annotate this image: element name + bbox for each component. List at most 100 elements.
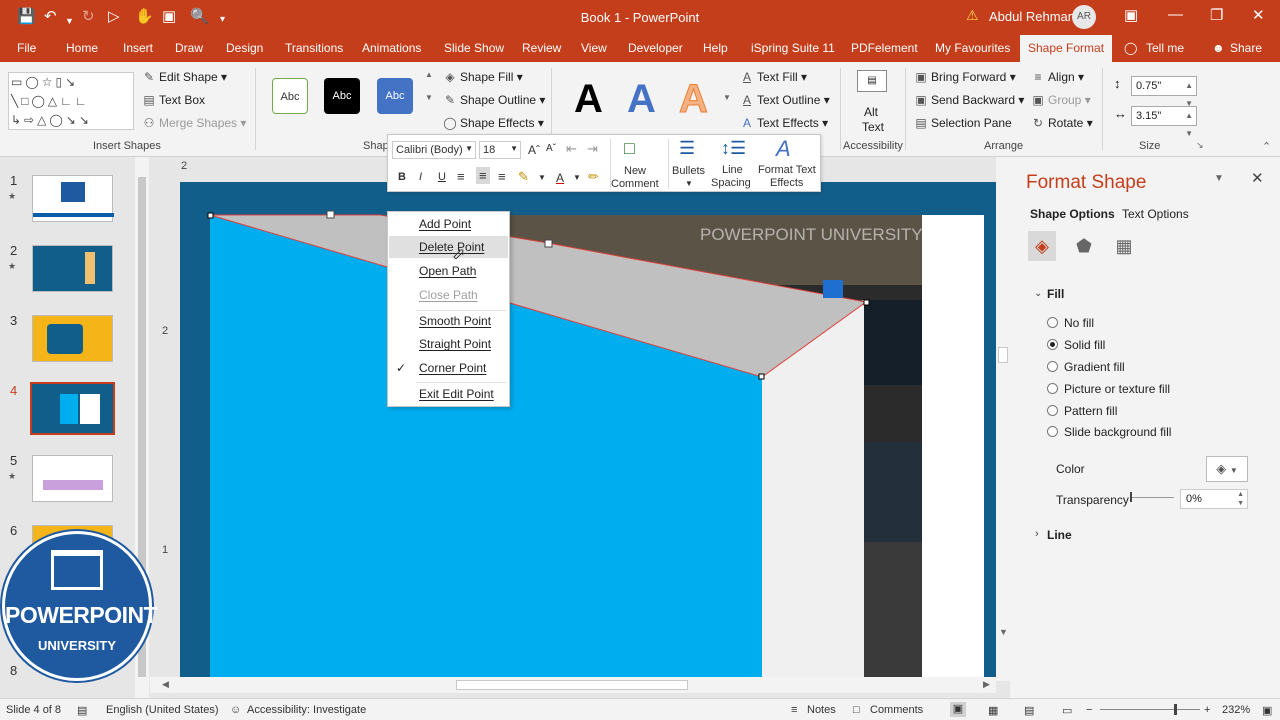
editor-horizontal-scrollbar[interactable]: ◀ ▶ [150, 677, 996, 693]
ribbon-display-icon[interactable]: ▣ [1124, 6, 1138, 24]
edit-point-handle[interactable] [758, 373, 765, 380]
tab-review[interactable]: Review [522, 41, 561, 55]
radio-pattern-fill[interactable]: Pattern fill [1047, 404, 1117, 418]
tab-share[interactable]: Share [1230, 41, 1262, 55]
spinner-icon[interactable]: ▲ ▼ [1237, 490, 1244, 508]
menu-item-close-path[interactable]: Close Path [389, 284, 508, 306]
selection-pane-button[interactable]: ▤ Selection Pane [914, 116, 1011, 130]
styles-scroll-up-icon[interactable]: ▲ [425, 70, 433, 79]
text-box-button[interactable]: ▤ Text Box [142, 93, 205, 107]
user-name[interactable]: Abdul Rehman [989, 9, 1075, 24]
zoom-out-icon[interactable]: − [1086, 704, 1092, 716]
tab-transitions[interactable]: Transitions [285, 41, 343, 55]
transparency-input[interactable]: 0% ▲ ▼ [1180, 489, 1248, 509]
radio-solid-fill[interactable]: Solid fill [1047, 338, 1105, 352]
slideshow-icon[interactable]: ▭ [1062, 704, 1072, 717]
new-comment-button-line2[interactable]: Comment [611, 178, 659, 190]
dropdown-icon[interactable]: ▼ [573, 173, 581, 182]
decrease-font-size-icon[interactable]: Aˇ [546, 143, 556, 154]
shape-style-1[interactable]: Abc [272, 78, 308, 114]
warning-icon[interactable]: ⚠ [966, 7, 979, 24]
fit-to-window-icon[interactable]: ▣ [1262, 704, 1272, 717]
dropdown-icon[interactable]: ▼ [538, 173, 546, 182]
text-fill-button[interactable]: A Text Fill ▾ [740, 70, 807, 84]
shape-style-3[interactable]: Abc [377, 78, 413, 114]
slide-thumbnail-2[interactable] [32, 245, 113, 292]
share-icon[interactable]: ☻ [1212, 41, 1225, 55]
increase-indent-icon[interactable]: ⇥ [587, 141, 598, 157]
slide-thumbnail-4[interactable] [30, 382, 115, 435]
scroll-down-icon[interactable]: ▼ [999, 627, 1008, 637]
group-button[interactable]: ▣ Group ▾ [1031, 93, 1090, 107]
radio-picture-fill[interactable]: Picture or texture fill [1047, 382, 1170, 396]
tab-ispring[interactable]: iSpring Suite 11 [751, 41, 835, 55]
edit-point-handle[interactable] [326, 210, 335, 219]
spinner-icon[interactable]: ▲ ▼ [1185, 107, 1193, 143]
normal-view-icon[interactable]: ▣ [950, 702, 966, 717]
scroll-right-icon[interactable]: ▶ [983, 679, 990, 690]
rotate-button[interactable]: ↻ Rotate ▾ [1031, 116, 1093, 130]
tab-view[interactable]: View [581, 41, 607, 55]
menu-item-add-point[interactable]: Add Point [389, 213, 508, 235]
tab-file[interactable]: File [17, 41, 36, 55]
send-backward-button[interactable]: ▣ Send Backward ▾ [914, 93, 1024, 107]
format-painter-icon[interactable]: ✏ [588, 169, 599, 185]
pane-options-icon[interactable]: ▼ [1214, 173, 1224, 184]
zoom-slider[interactable] [1100, 704, 1200, 715]
shape-fill-button[interactable]: ◈ Shape Fill ▾ [443, 70, 522, 84]
slide-thumbnail-5[interactable] [32, 455, 113, 502]
increase-font-size-icon[interactable]: Aˆ [528, 143, 540, 157]
radio-gradient-fill[interactable]: Gradient fill [1047, 360, 1125, 374]
edit-point-handle[interactable] [207, 212, 214, 219]
bold-icon[interactable]: B [398, 171, 406, 183]
slide-counter[interactable]: Slide 4 of 8 [6, 704, 61, 716]
radio-slide-background-fill[interactable]: Slide background fill [1047, 425, 1171, 439]
accessibility-status[interactable]: Accessibility: Investigate [247, 704, 366, 716]
fill-section-header[interactable]: Fill [1047, 287, 1064, 301]
shape-height-input[interactable]: 0.75" ▲ ▼ [1131, 76, 1197, 108]
reading-view-icon[interactable]: ▤ [1024, 704, 1034, 717]
menu-item-delete-point[interactable]: Delete Point [389, 236, 508, 258]
tab-draw[interactable]: Draw [175, 41, 203, 55]
underline-icon[interactable]: U [438, 171, 446, 183]
close-pane-icon[interactable]: ✕ [1251, 169, 1264, 187]
text-effects-button[interactable]: A Text Effects ▾ [740, 116, 828, 130]
editor-vertical-scrollbar[interactable]: ▼ [996, 157, 1010, 681]
collapse-ribbon-icon[interactable]: ⌃ [1262, 140, 1271, 153]
comments-button[interactable]: Comments [870, 704, 923, 716]
tab-help[interactable]: Help [703, 41, 728, 55]
tab-tell-me[interactable]: Tell me [1146, 41, 1184, 55]
shape-outline-button[interactable]: ✎ Shape Outline ▾ [443, 93, 545, 107]
edit-point-handle[interactable] [863, 299, 870, 306]
align-button[interactable]: ≡ Align ▾ [1031, 70, 1084, 84]
tab-home[interactable]: Home [66, 41, 98, 55]
bring-forward-button[interactable]: ▣ Bring Forward ▾ [914, 70, 1015, 84]
line-spacing-button[interactable]: Line [722, 164, 743, 176]
notes-button[interactable]: Notes [807, 704, 836, 716]
menu-item-exit-edit-point[interactable]: Exit Edit Point [389, 383, 508, 405]
highlight-icon[interactable]: ✎ [518, 169, 529, 185]
slide-canvas[interactable]: POWERPOINT UNIVERSITY [180, 182, 996, 681]
scrollbar-thumb[interactable] [998, 347, 1008, 363]
new-comment-button[interactable]: New [624, 165, 646, 177]
shape-effects-button[interactable]: ◯ Shape Effects ▾ [443, 116, 544, 130]
spell-check-icon[interactable]: ▤ [77, 704, 87, 717]
tab-shape-format[interactable]: Shape Format [1020, 35, 1113, 62]
radio-no-fill[interactable]: No fill [1047, 316, 1094, 330]
menu-item-smooth-point[interactable]: Smooth Point [389, 310, 508, 332]
fill-line-icon[interactable]: ◈ [1028, 231, 1056, 261]
expand-line-icon[interactable]: › [1035, 528, 1039, 540]
size-properties-icon[interactable]: ▦ [1110, 231, 1138, 261]
slide-graphics[interactable]: POWERPOINT UNIVERSITY [180, 182, 996, 681]
font-color-icon[interactable]: A [556, 171, 564, 185]
restore-icon[interactable]: ❐ [1210, 6, 1223, 24]
shape-style-2[interactable]: Abc [324, 78, 360, 114]
slide-thumbnail-3[interactable] [32, 315, 113, 362]
color-picker-button[interactable]: ◈ ▼ [1206, 456, 1248, 482]
close-window-icon[interactable]: ✕ [1252, 6, 1265, 24]
alt-text-button[interactable]: Alt [864, 105, 878, 119]
size-dialog-launcher-icon[interactable]: ↘ [1196, 140, 1204, 151]
tab-developer[interactable]: Developer [628, 41, 683, 55]
slider-thumb[interactable] [1174, 704, 1177, 715]
styles-scroll-down-icon[interactable]: ▼ [425, 93, 433, 102]
